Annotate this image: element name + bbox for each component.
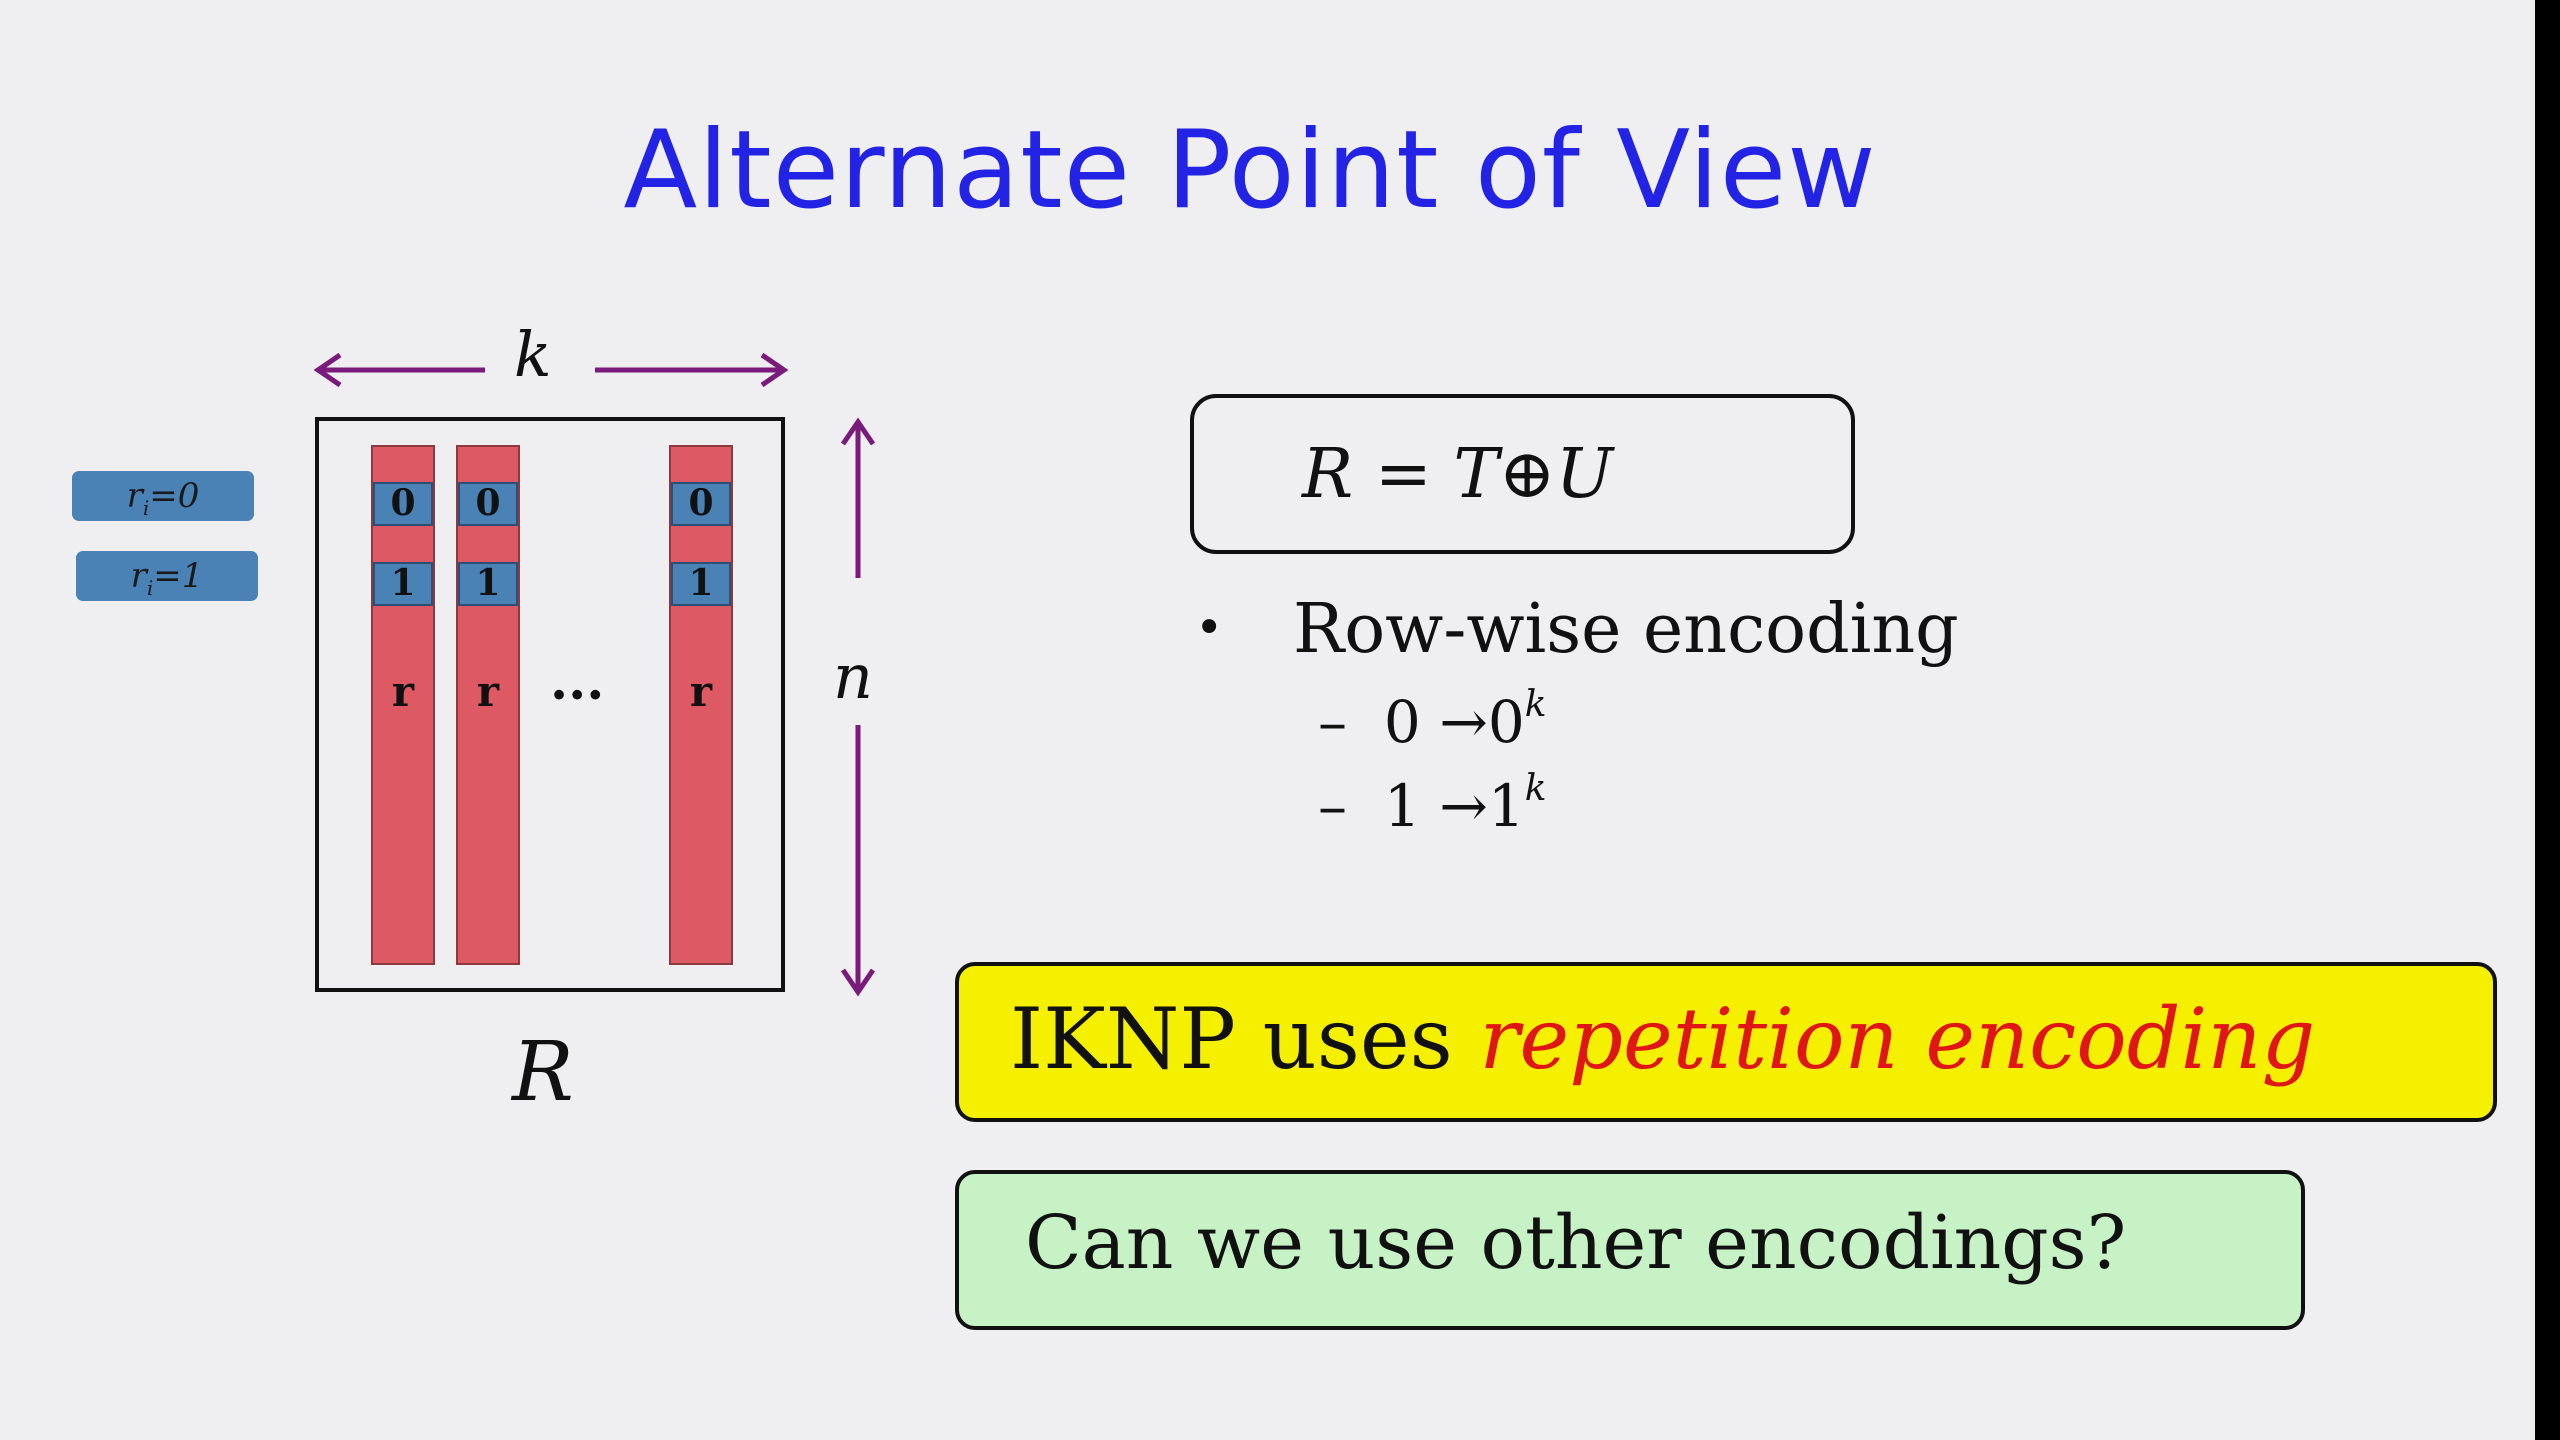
cell-zero: 0 [671, 482, 731, 526]
equation-text: R = T⊕U [1302, 435, 1614, 514]
ellipsis: ··· [550, 665, 605, 726]
bullet-text: Row-wise encoding [1293, 590, 1959, 669]
matrix-label: R [512, 1025, 574, 1120]
callout-yellow-text: IKNP uses repetition encoding [1010, 990, 2316, 1088]
cell-zero: 0 [458, 482, 518, 526]
row-tag-zero: ri=0 [72, 471, 254, 521]
matrix-column: 0 1 r [456, 445, 520, 965]
column-r-label: r [689, 667, 713, 716]
matrix-column: 0 1 r [669, 445, 733, 965]
cell-one: 1 [373, 562, 433, 606]
sub-item-zero: – 0 →0k [1318, 683, 1547, 756]
column-r-label: r [476, 667, 500, 716]
column-r-label: r [391, 667, 415, 716]
row-tag-one: ri=1 [76, 551, 258, 601]
k-label: k [514, 318, 552, 391]
matrix-column: 0 1 r [371, 445, 435, 965]
slide: Alternate Point of View k n R ri=0 ri=1 [0, 0, 2535, 1440]
n-label: n [833, 640, 873, 713]
cell-zero: 0 [373, 482, 433, 526]
cell-one: 1 [671, 562, 731, 606]
callout-emphasis: repetition encoding [1479, 990, 2316, 1088]
cell-one: 1 [458, 562, 518, 606]
bullet-dot: • [1195, 600, 1224, 656]
sub-item-one: – 1 →1k [1318, 767, 1547, 840]
callout-green-text: Can we use other encodings? [1025, 1200, 2127, 1286]
